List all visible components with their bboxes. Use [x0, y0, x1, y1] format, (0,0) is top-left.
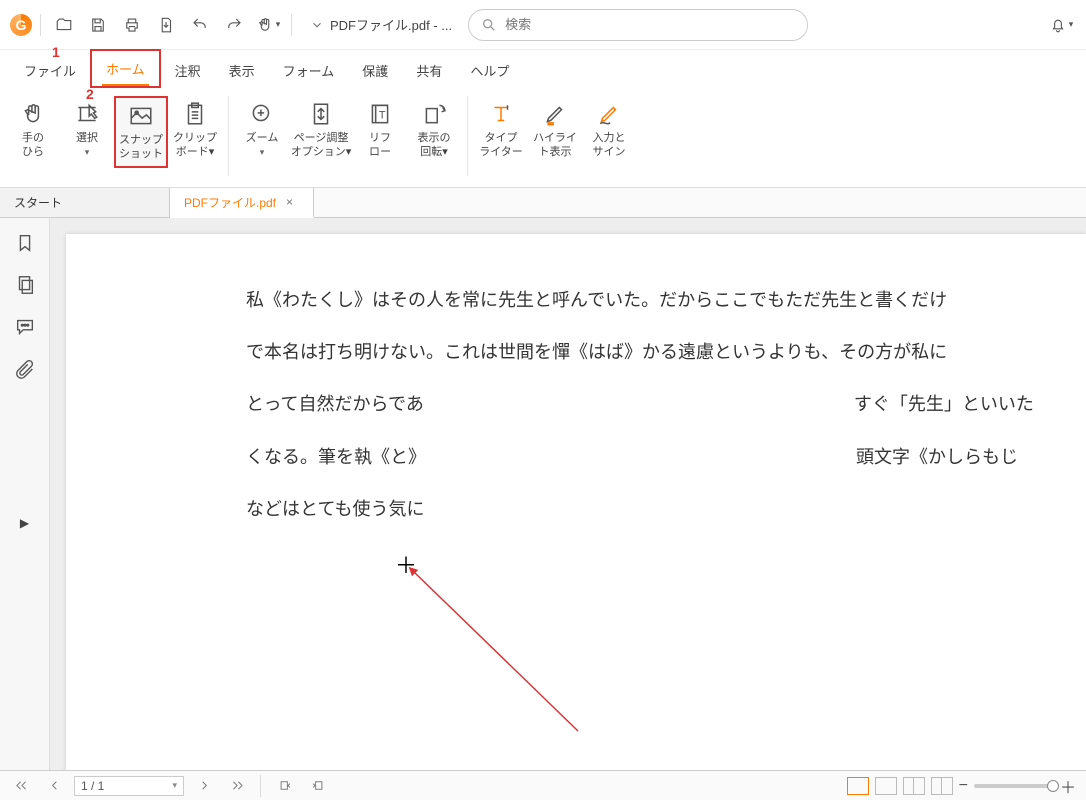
tab-home[interactable]: ホーム — [90, 49, 161, 88]
notifications-icon[interactable]: ▾ — [1046, 10, 1076, 40]
text-line: などはとても使う気に — [246, 483, 1056, 535]
side-panel: ▶ — [0, 218, 50, 770]
text-line: で本名は打ち明けない。これは世間を憚《はば》かる遠慮というよりも、その方が私に — [246, 326, 1056, 378]
last-page-button[interactable] — [224, 774, 248, 798]
hand-dropdown-icon[interactable]: ▾ — [253, 10, 283, 40]
ribbon: 2 手のひら 選択▾ スナップショット クリップボード▾ ズーム▾ ページ調整オ… — [0, 88, 1086, 188]
view-facing-continuous-button[interactable] — [931, 777, 953, 795]
page-number-field[interactable]: 1 / 1▾ — [74, 776, 184, 796]
close-tab-icon[interactable]: × — [286, 195, 293, 209]
document-title: PDFファイル.pdf - ... — [310, 15, 452, 34]
undo-icon[interactable] — [185, 10, 215, 40]
page-options-button[interactable]: ページ調整オプション▾ — [289, 96, 353, 164]
prev-page-button[interactable] — [42, 774, 66, 798]
text-line: くなる。筆を執《と》頭文字《かしらもじ — [246, 431, 1056, 483]
view-facing-button[interactable] — [903, 777, 925, 795]
tab-annotate[interactable]: 注釈 — [161, 53, 215, 88]
text-line: とって自然だからであすぐ「先生」といいた — [246, 378, 1056, 430]
first-page-button[interactable] — [10, 774, 34, 798]
menu-tabs: 1 ファイル ホーム 注釈 表示 フォーム 保護 共有 ヘルプ — [0, 50, 1086, 88]
hand-tool-button[interactable]: 手のひら — [6, 96, 60, 164]
next-page-button[interactable] — [192, 774, 216, 798]
zoom-in-button[interactable]: ＋ — [1060, 774, 1076, 798]
fill-sign-button[interactable]: 入力とサイン — [582, 96, 636, 164]
search-icon — [481, 17, 497, 33]
view-single-button[interactable] — [847, 777, 869, 795]
open-icon[interactable] — [49, 10, 79, 40]
svg-text:T: T — [379, 109, 386, 121]
typewriter-button[interactable]: タイプライター — [474, 96, 528, 164]
zoom-out-button[interactable]: − — [959, 777, 968, 795]
rotate-view-button[interactable]: 表示の回転▾ — [407, 96, 461, 164]
print-icon[interactable] — [117, 10, 147, 40]
select-tool-button[interactable]: 選択▾ — [60, 96, 114, 164]
redo-icon[interactable] — [219, 10, 249, 40]
pages-icon[interactable] — [14, 274, 36, 296]
tab-start[interactable]: スタート — [0, 188, 170, 217]
search-box[interactable] — [468, 9, 808, 41]
document-tab-bar: スタート PDFファイル.pdf × — [0, 188, 1086, 218]
status-bar: 1 / 1▾ − ＋ — [0, 770, 1086, 800]
tab-view[interactable]: 表示 — [215, 53, 269, 88]
search-input[interactable] — [505, 17, 795, 32]
tab-help[interactable]: ヘルプ — [456, 53, 523, 88]
tab-protect[interactable]: 保護 — [348, 53, 402, 88]
tab-file[interactable]: ファイル — [10, 53, 90, 88]
snapshot-button[interactable]: スナップショット — [114, 96, 168, 168]
page-area[interactable]: 私《わたくし》はその人を常に先生と呼んでいた。だからここでもただ先生と書くだけ … — [50, 218, 1086, 770]
view-continuous-button[interactable] — [875, 777, 897, 795]
bookmarks-icon[interactable] — [14, 232, 36, 254]
app-logo: G — [10, 14, 32, 36]
pdf-page: 私《わたくし》はその人を常に先生と呼んでいた。だからここでもただ先生と書くだけ … — [66, 234, 1086, 770]
tab-form[interactable]: フォーム — [269, 53, 349, 88]
jump-back-button[interactable] — [273, 774, 297, 798]
attachments-icon[interactable] — [14, 358, 36, 380]
highlight-button[interactable]: ハイライト表示 — [528, 96, 582, 164]
tab-document[interactable]: PDFファイル.pdf × — [170, 188, 314, 218]
zoom-button[interactable]: ズーム▾ — [235, 96, 289, 164]
text-line: 私《わたくし》はその人を常に先生と呼んでいた。だからここでもただ先生と書くだけ — [246, 274, 1056, 326]
clipboard-button[interactable]: クリップボード▾ — [168, 96, 222, 164]
zoom-slider[interactable] — [974, 784, 1054, 788]
annotation-badge-2: 2 — [86, 86, 94, 102]
jump-forward-button[interactable] — [305, 774, 329, 798]
expand-panel-handle[interactable]: ▶ — [20, 516, 29, 530]
comments-icon[interactable] — [14, 316, 36, 338]
reflow-button[interactable]: T リフロー — [353, 96, 407, 164]
tab-share[interactable]: 共有 — [402, 53, 456, 88]
export-icon[interactable] — [151, 10, 181, 40]
save-icon[interactable] — [83, 10, 113, 40]
